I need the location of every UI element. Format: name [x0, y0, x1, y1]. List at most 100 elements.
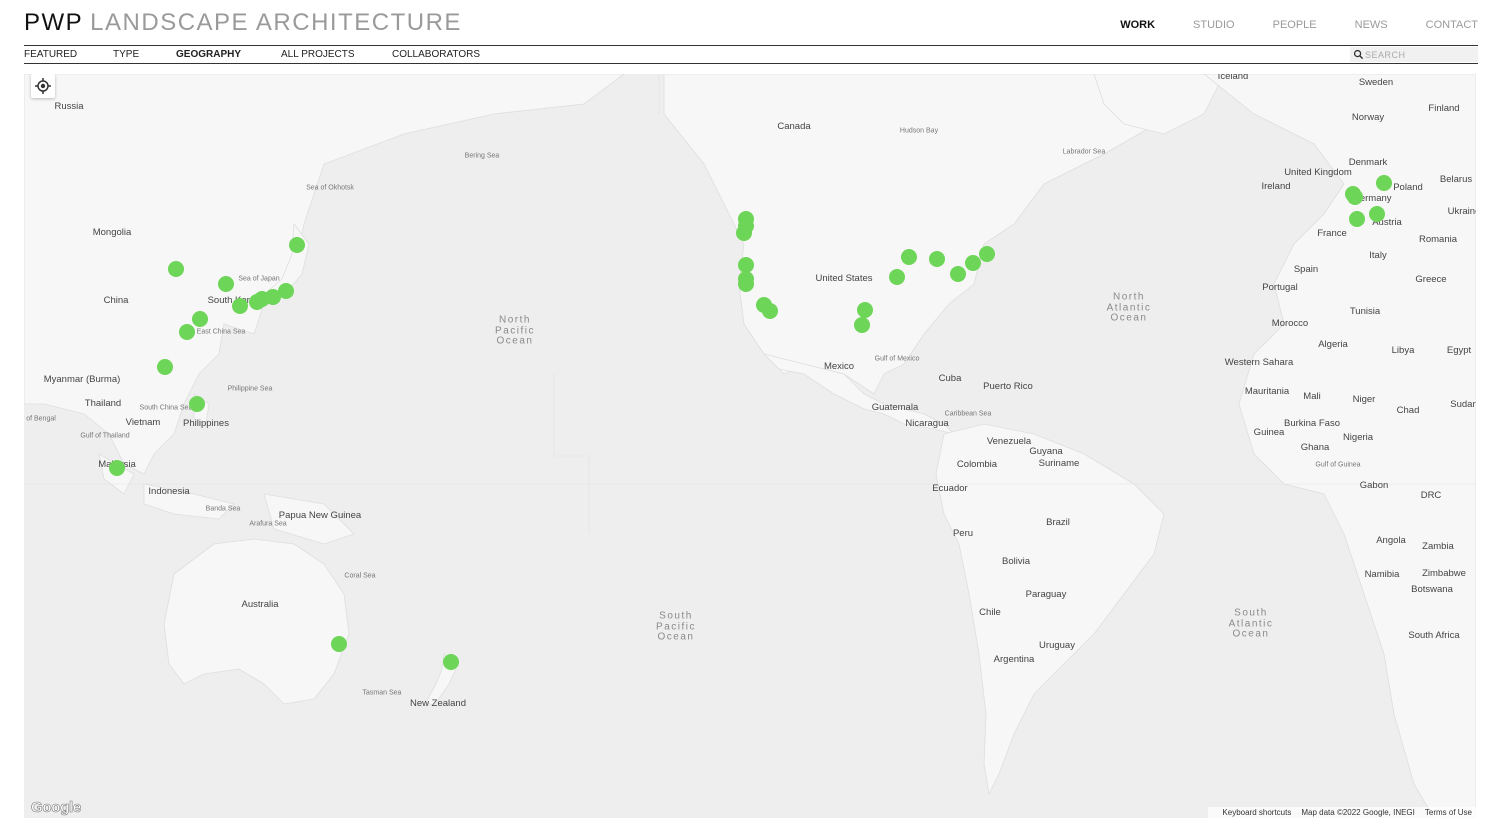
project-marker[interactable]	[189, 396, 205, 412]
map-label-morocco: Morocco	[1271, 318, 1309, 330]
project-marker[interactable]	[179, 324, 195, 340]
subnav-featured[interactable]: FEATURED	[24, 49, 77, 60]
map-label-ghana: Ghana	[1300, 442, 1330, 454]
map-label-nigeria: Nigeria	[1342, 432, 1374, 444]
project-marker[interactable]	[289, 237, 305, 253]
map-label-indonesia: Indonesia	[148, 486, 190, 498]
map-label-labrador-sea: Labrador Sea	[1062, 148, 1106, 156]
project-marker[interactable]	[889, 269, 905, 285]
nav-contact[interactable]: CONTACT	[1426, 19, 1478, 31]
map-label-mali: Mali	[1303, 391, 1321, 403]
map-label-angola: Angola	[1376, 535, 1406, 547]
map-label-botswana: Botswana	[1411, 584, 1453, 596]
map-label-brazil: Brazil	[1046, 517, 1070, 529]
map-land	[24, 74, 1476, 818]
map-label-gulf-of-guinea: Gulf of Guinea	[1315, 461, 1361, 469]
map-label-belarus: Belarus	[1439, 174, 1473, 186]
map-label-zambia: Zambia	[1422, 541, 1454, 553]
map-label-east-china-sea: East China Sea	[196, 328, 246, 336]
nav-work[interactable]: WORK	[1120, 19, 1155, 31]
map-label-vietnam: Vietnam	[125, 417, 161, 429]
subnav-type[interactable]: TYPE	[113, 49, 139, 60]
google-logo: Google	[31, 799, 82, 817]
map-label-north-pacific-ocean: North Pacific Ocean	[495, 314, 535, 347]
map-label-philippines: Philippines	[183, 418, 229, 430]
project-marker[interactable]	[736, 225, 752, 241]
project-marker[interactable]	[278, 283, 294, 299]
search-box	[1350, 47, 1478, 62]
map-label-portugal: Portugal	[1262, 282, 1298, 294]
map-label-thailand: Thailand	[84, 398, 122, 410]
my-location-button[interactable]	[31, 74, 55, 98]
map-label-suriname: Suriname	[1038, 458, 1080, 470]
project-marker[interactable]	[950, 266, 966, 282]
map-label-bering-sea: Bering Sea	[464, 152, 500, 160]
map-label-drc: DRC	[1420, 490, 1442, 502]
project-marker[interactable]	[929, 251, 945, 267]
project-marker[interactable]	[331, 636, 347, 652]
map-label-gulf-of-thailand: Gulf of Thailand	[80, 432, 130, 440]
project-marker[interactable]	[192, 311, 208, 327]
nav-news[interactable]: NEWS	[1355, 19, 1388, 31]
map-label-ecuador: Ecuador	[932, 483, 968, 495]
project-marker[interactable]	[1376, 175, 1392, 191]
map-label-gulf-of-mexico: Gulf of Mexico	[874, 355, 920, 363]
project-marker[interactable]	[762, 303, 778, 319]
project-marker[interactable]	[443, 654, 459, 670]
map-data-text: Map data ©2022 Google, INEGI	[1301, 808, 1415, 817]
map-label-gabon: Gabon	[1359, 480, 1389, 492]
nav-people[interactable]: PEOPLE	[1273, 19, 1317, 31]
map-label-sweden: Sweden	[1358, 77, 1394, 89]
terms-link[interactable]: Terms of Use	[1425, 808, 1472, 817]
map-label-finland: Finland	[1428, 103, 1460, 115]
map-label-paraguay: Paraguay	[1025, 589, 1067, 601]
brand-sub: LANDSCAPE ARCHITECTURE	[90, 9, 462, 36]
project-marker[interactable]	[901, 249, 917, 265]
project-marker[interactable]	[857, 302, 873, 318]
map-label-chad: Chad	[1396, 405, 1420, 417]
map-label-namibia: Namibia	[1364, 569, 1400, 581]
map-label-bay-of-bengal: Bay of Bengal	[24, 415, 56, 423]
map-label-bolivia: Bolivia	[1002, 556, 1030, 568]
keyboard-shortcuts-link[interactable]: Keyboard shortcuts	[1222, 808, 1291, 817]
map-label-peru: Peru	[952, 528, 974, 540]
subnav-collaborators[interactable]: COLLABORATORS	[392, 49, 480, 60]
project-marker[interactable]	[218, 276, 234, 292]
map-label-new-zealand: New Zealand	[410, 698, 466, 710]
map-label-venezuela: Venezuela	[986, 436, 1032, 448]
project-marker[interactable]	[1369, 206, 1385, 222]
project-marker[interactable]	[1347, 189, 1363, 205]
map-label-south-atlantic-ocean: South Atlantic Ocean	[1228, 607, 1274, 640]
map-label-algeria: Algeria	[1318, 339, 1348, 351]
map-label-greece: Greece	[1415, 274, 1447, 286]
subnav-geography[interactable]: GEOGRAPHY	[176, 49, 241, 60]
locate-icon	[35, 78, 51, 94]
map-label-australia: Australia	[241, 599, 279, 611]
map-label-argentina: Argentina	[993, 654, 1035, 666]
project-marker[interactable]	[1349, 211, 1365, 227]
project-marker[interactable]	[854, 317, 870, 333]
project-marker[interactable]	[738, 276, 754, 292]
map-label-uruguay: Uruguay	[1039, 640, 1075, 652]
nav-studio[interactable]: STUDIO	[1193, 19, 1235, 31]
map-label-tasman-sea: Tasman Sea	[362, 689, 402, 697]
map[interactable]: Russia Mongolia China South Korea Myanmar (B…	[24, 74, 1476, 818]
map-label-chile: Chile	[979, 607, 1001, 619]
project-marker[interactable]	[979, 246, 995, 262]
map-label-burkina-faso: Burkina Faso	[1284, 418, 1340, 430]
search-input[interactable]	[1365, 47, 1475, 62]
project-marker[interactable]	[232, 298, 248, 314]
site-logo[interactable]: PWP LANDSCAPE ARCHITECTURE	[24, 9, 462, 37]
map-label-united-kingdom: United Kingdom	[1284, 167, 1352, 179]
project-marker[interactable]	[157, 359, 173, 375]
project-marker[interactable]	[168, 261, 184, 277]
map-label-canada: Canada	[777, 121, 811, 133]
project-marker[interactable]	[109, 460, 125, 476]
map-label-mongolia: Mongolia	[92, 227, 132, 239]
map-label-poland: Poland	[1393, 182, 1423, 194]
subnav-all-projects[interactable]: ALL PROJECTS	[281, 49, 355, 60]
map-label-guinea: Guinea	[1253, 427, 1285, 439]
project-marker[interactable]	[965, 255, 981, 271]
map-label-south-china-sea: South China Sea	[139, 404, 193, 412]
map-attribution: Keyboard shortcuts Map data ©2022 Google…	[1208, 807, 1476, 818]
